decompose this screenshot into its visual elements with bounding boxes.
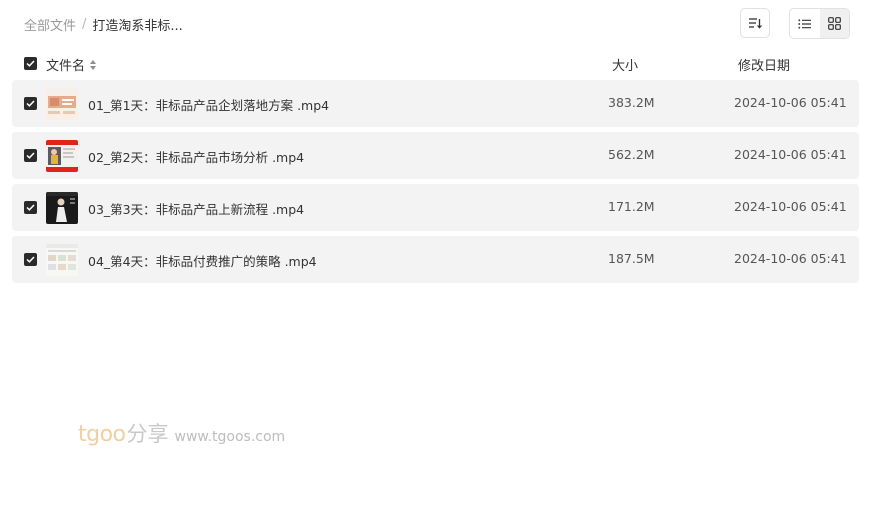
list-view-button[interactable]	[790, 9, 820, 38]
watermark-url: www.tgoos.com	[174, 429, 286, 445]
sort-button[interactable]	[740, 8, 770, 38]
column-header-size[interactable]: 大小	[612, 55, 638, 74]
file-list-header: 文件名 大小 修改日期	[0, 52, 874, 76]
column-header-name[interactable]: 文件名	[46, 55, 97, 74]
file-date: 2024-10-06 05:41	[734, 199, 847, 214]
video-thumbnail	[46, 88, 78, 120]
file-name[interactable]: 04_第4天：非标品付费推广的策略 .mp4	[88, 251, 317, 270]
list-view-icon	[798, 19, 811, 28]
file-row[interactable]: 03_第3天：非标品产品上新流程 .mp4 171.2M 2024-10-06 …	[12, 184, 859, 231]
file-date: 2024-10-06 05:41	[734, 147, 847, 162]
row-checkbox[interactable]	[24, 97, 37, 110]
watermark: tgoo 分享 www.tgoos.com	[78, 418, 285, 448]
breadcrumb-root-link[interactable]: 全部文件	[24, 15, 76, 34]
file-row[interactable]: 02_第2天：非标品产品市场分析 .mp4 562.2M 2024-10-06 …	[12, 132, 859, 179]
column-header-name-label: 文件名	[46, 59, 86, 74]
check-icon	[26, 256, 35, 263]
sort-icon	[749, 18, 762, 29]
breadcrumb-separator: /	[82, 16, 87, 32]
file-browser: 全部文件 / 打造淘系非标... 文件名 大小 修改日期 01_第1天：非标品产…	[0, 0, 874, 514]
video-thumbnail	[46, 244, 78, 276]
video-thumbnail	[46, 140, 78, 172]
file-date: 2024-10-06 05:41	[734, 251, 847, 266]
file-size: 383.2M	[608, 95, 655, 110]
select-all-checkbox[interactable]	[24, 57, 37, 70]
sort-toggle-icon	[90, 59, 97, 70]
watermark-brand: tgoo	[78, 422, 126, 447]
grid-view-icon	[827, 17, 841, 30]
grid-view-button[interactable]	[819, 9, 849, 38]
breadcrumb-current: 打造淘系非标...	[92, 18, 183, 34]
row-checkbox[interactable]	[24, 253, 37, 266]
column-header-date[interactable]: 修改日期	[738, 55, 790, 74]
file-size: 187.5M	[608, 251, 655, 266]
file-name[interactable]: 02_第2天：非标品产品市场分析 .mp4	[88, 147, 304, 166]
file-size: 171.2M	[608, 199, 655, 214]
file-name[interactable]: 03_第3天：非标品产品上新流程 .mp4	[88, 199, 304, 218]
video-thumbnail	[46, 192, 78, 224]
row-checkbox[interactable]	[24, 201, 37, 214]
file-size: 562.2M	[608, 147, 655, 162]
view-toggle	[789, 8, 850, 39]
file-name[interactable]: 01_第1天：非标品产品企划落地方案 .mp4	[88, 95, 329, 114]
file-row[interactable]: 04_第4天：非标品付费推广的策略 .mp4 187.5M 2024-10-06…	[12, 236, 859, 283]
check-icon	[26, 204, 35, 211]
check-icon	[26, 60, 35, 67]
watermark-share: 分享	[126, 422, 169, 446]
breadcrumb: 全部文件 / 打造淘系非标...	[24, 14, 183, 34]
file-date: 2024-10-06 05:41	[734, 95, 847, 110]
file-row[interactable]: 01_第1天：非标品产品企划落地方案 .mp4 383.2M 2024-10-0…	[12, 80, 859, 127]
check-icon	[26, 152, 35, 159]
check-icon	[26, 100, 35, 107]
row-checkbox[interactable]	[24, 149, 37, 162]
